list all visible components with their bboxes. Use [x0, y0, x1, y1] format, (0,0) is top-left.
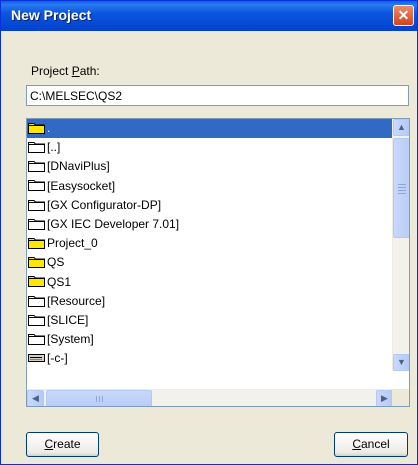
- list-item[interactable]: [-c-]: [27, 349, 392, 368]
- chevron-left-icon: ◀: [32, 393, 39, 403]
- folder-icon: [28, 218, 45, 230]
- folder-list: . [..] [DNaviPlus] [Easysocket] [GX Configur…: [27, 119, 392, 371]
- list-item[interactable]: Project_0: [27, 234, 392, 253]
- list-item-label: [System]: [47, 332, 94, 347]
- horizontal-scrollbar[interactable]: ◀ ▶: [27, 389, 393, 406]
- list-item-label: QS1: [47, 274, 72, 289]
- new-project-dialog: New Project ✕ Project Path: . [..] [DNaviP…: [0, 0, 418, 465]
- project-path-input[interactable]: [26, 85, 409, 106]
- list-item-label: [..]: [47, 140, 61, 155]
- list-item[interactable]: QS: [27, 253, 392, 272]
- folder-listbox[interactable]: . [..] [DNaviPlus] [Easysocket] [GX Configur…: [26, 118, 410, 407]
- list-item-label: [GX Configurator-DP]: [47, 197, 162, 212]
- list-item-label: [Easysocket]: [47, 178, 116, 193]
- list-item[interactable]: [GX IEC Developer 7.01]: [27, 215, 392, 234]
- list-item-label: Project_0: [47, 236, 98, 251]
- scroll-up-button[interactable]: ▲: [393, 119, 409, 136]
- list-item[interactable]: [Resource]: [27, 292, 392, 311]
- folder-icon: [28, 180, 45, 192]
- cancel-button[interactable]: Cancel: [334, 432, 408, 457]
- window-title: New Project: [11, 7, 92, 23]
- list-item-label: [DNaviPlus]: [47, 159, 110, 174]
- chevron-up-icon: ▲: [397, 122, 406, 132]
- title-bar[interactable]: New Project ✕: [1, 1, 417, 31]
- chevron-down-icon: ▼: [397, 357, 406, 367]
- folder-icon: [28, 333, 45, 345]
- horizontal-scroll-thumb[interactable]: [46, 390, 152, 406]
- folder-icon: [28, 142, 45, 154]
- list-item-label: [Resource]: [47, 293, 106, 308]
- scrollbar-corner: [392, 389, 409, 406]
- list-item[interactable]: [System]: [27, 330, 392, 349]
- folder-icon: [28, 314, 45, 326]
- list-item[interactable]: [Easysocket]: [27, 177, 392, 196]
- project-folder-icon: [28, 122, 45, 134]
- list-item[interactable]: QS1: [27, 273, 392, 292]
- scroll-down-button[interactable]: ▼: [393, 354, 409, 371]
- list-item[interactable]: [SLICE]: [27, 311, 392, 330]
- folder-icon: [28, 161, 45, 173]
- list-item-label: [SLICE]: [47, 312, 89, 327]
- list-item[interactable]: [DNaviPlus]: [27, 157, 392, 176]
- project-folder-icon: [28, 257, 45, 269]
- chevron-right-icon: ▶: [381, 393, 388, 403]
- close-button[interactable]: ✕: [393, 5, 414, 26]
- close-icon: ✕: [397, 7, 410, 23]
- vertical-scroll-thumb[interactable]: [393, 138, 409, 238]
- list-item[interactable]: .: [27, 119, 392, 139]
- scroll-right-button[interactable]: ▶: [376, 390, 393, 406]
- folder-icon: [28, 199, 45, 211]
- list-item[interactable]: [GX Configurator-DP]: [27, 196, 392, 215]
- list-item-label: [GX IEC Developer 7.01]: [47, 216, 180, 231]
- create-button[interactable]: Create: [26, 432, 99, 457]
- drive-icon: [28, 354, 45, 363]
- project-folder-icon: [28, 237, 45, 249]
- scroll-left-button[interactable]: ◀: [27, 390, 44, 406]
- list-item[interactable]: [..]: [27, 138, 392, 157]
- vertical-scrollbar[interactable]: ▲ ▼: [392, 119, 409, 371]
- project-folder-icon: [28, 276, 45, 288]
- list-item-label: QS: [47, 255, 65, 270]
- folder-icon: [28, 295, 45, 307]
- project-path-label: Project Path:: [31, 64, 100, 78]
- list-item-label: [-c-]: [47, 351, 68, 366]
- list-item-label: .: [47, 121, 51, 135]
